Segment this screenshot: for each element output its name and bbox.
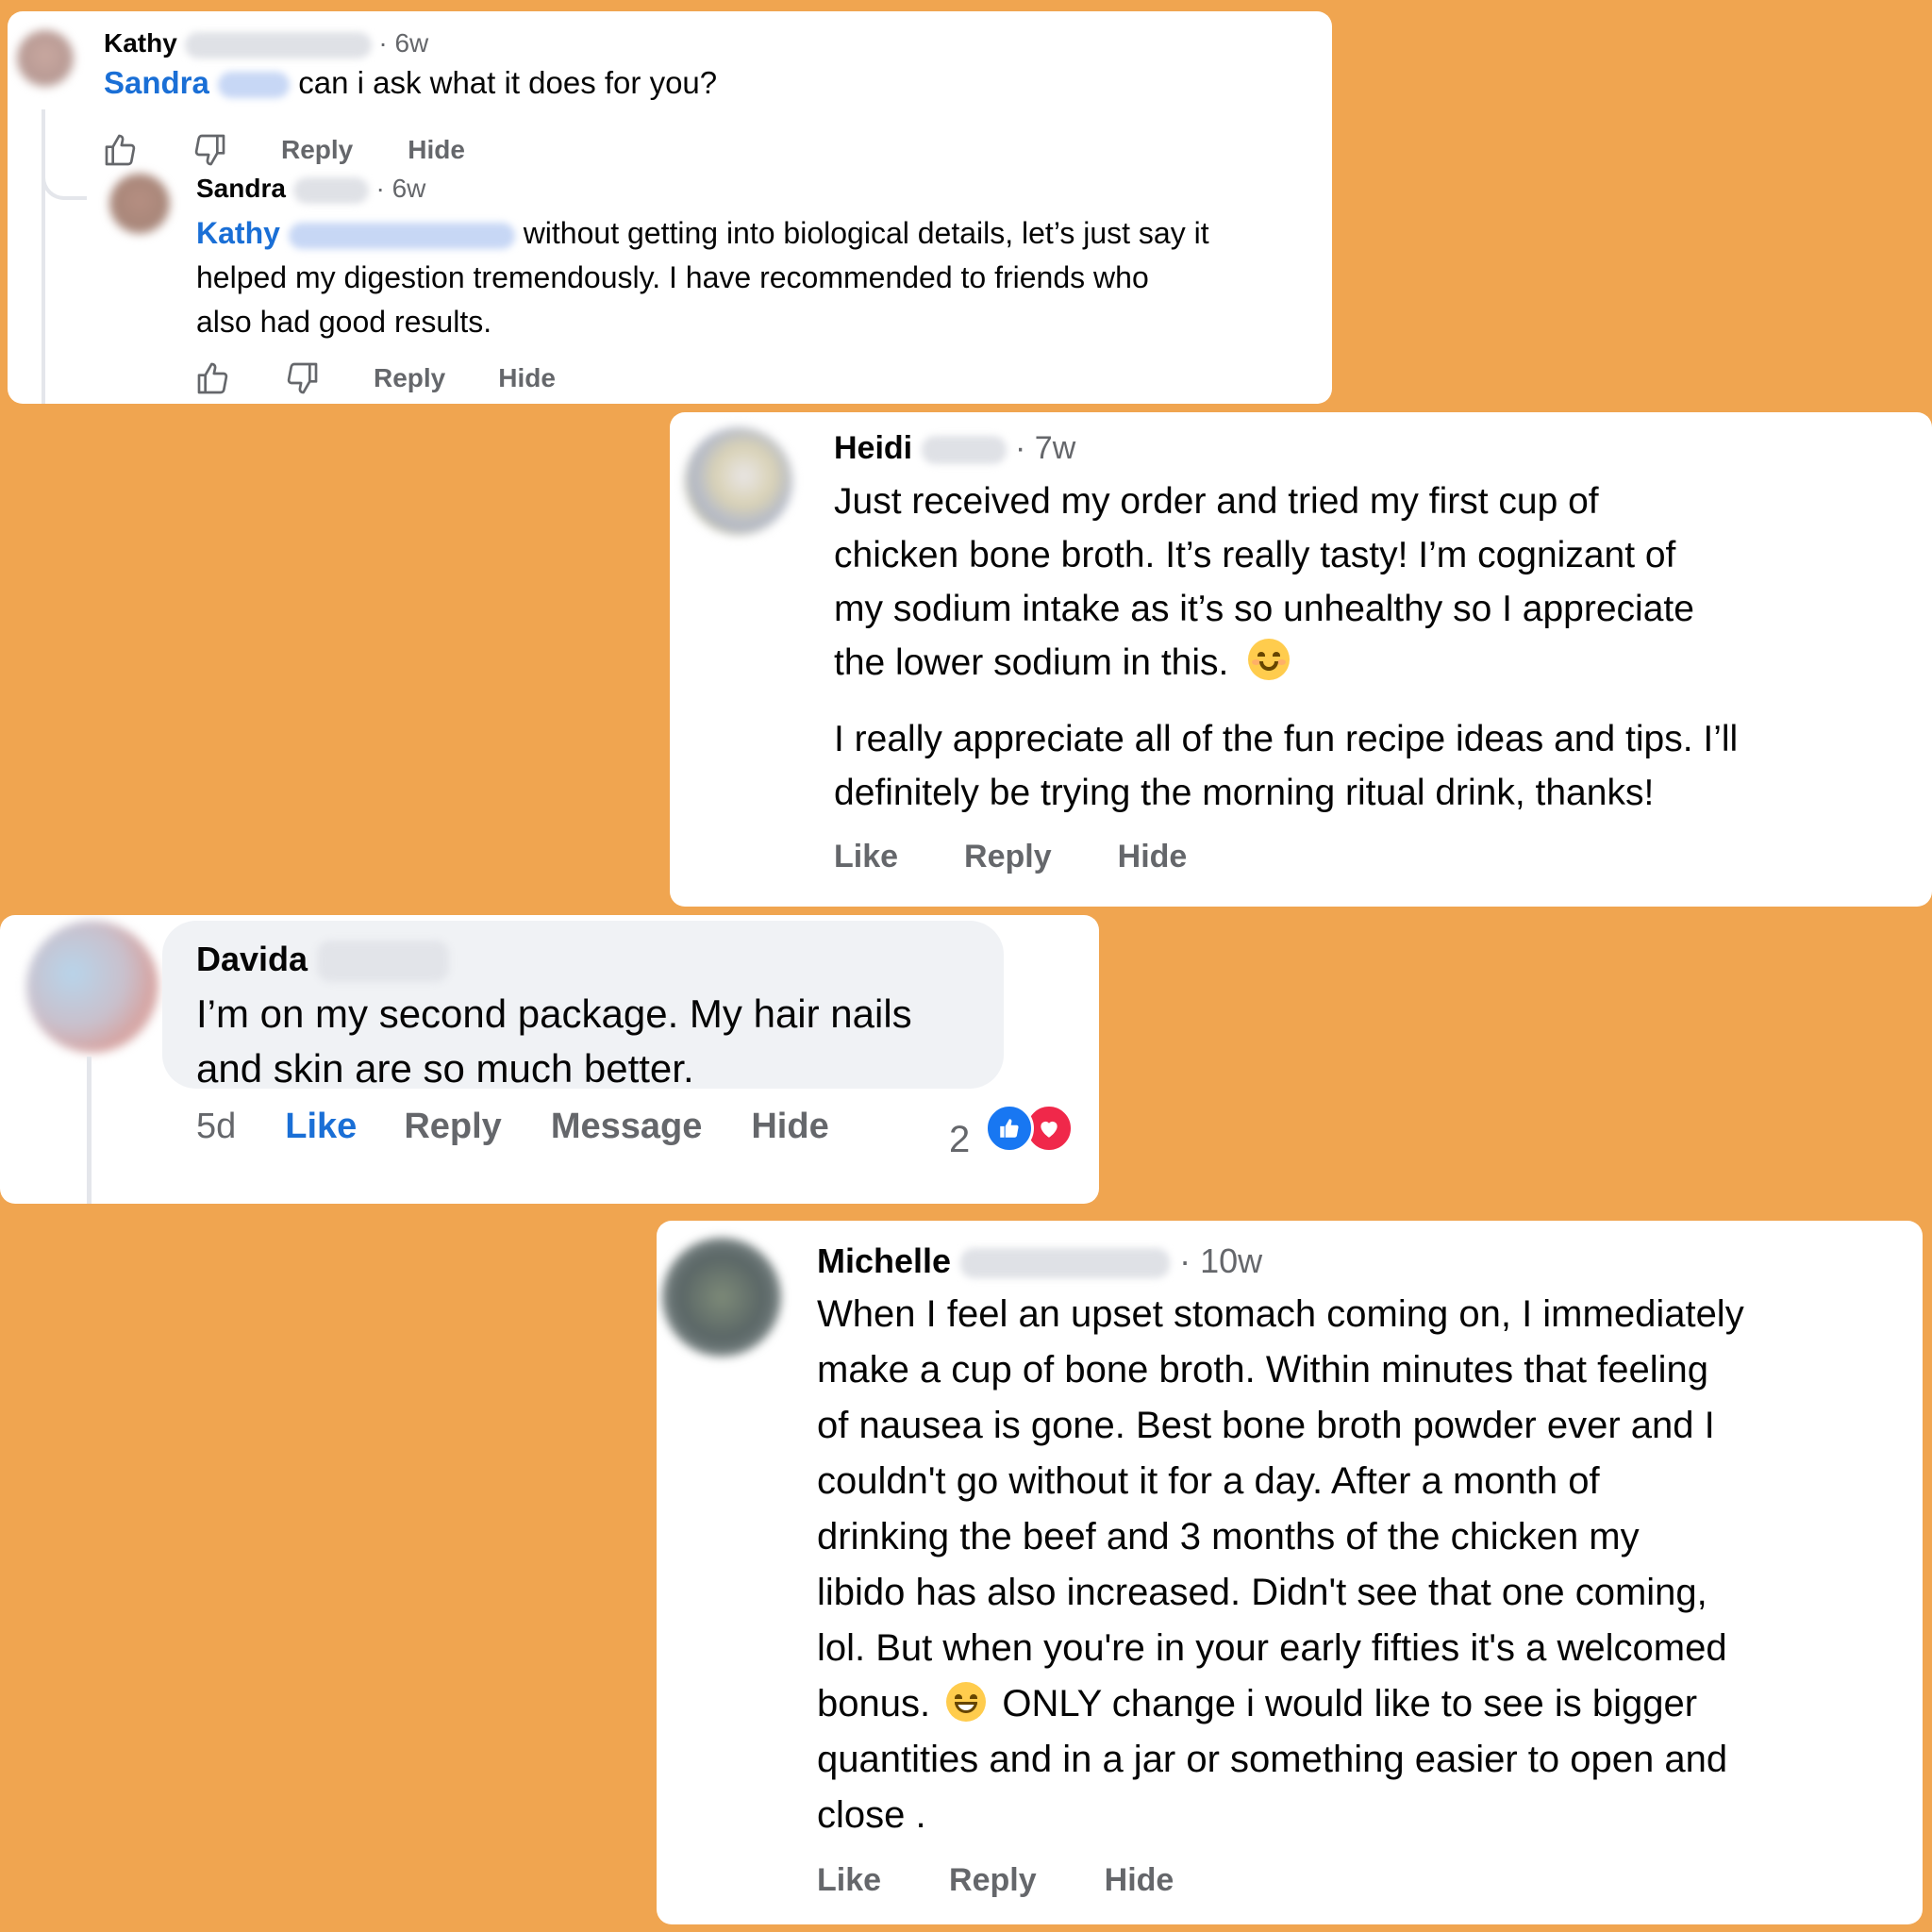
paragraph: Just received my order and tried my firs… [834, 475, 1738, 690]
text-line: definitely be trying the morning ritual … [834, 773, 1655, 813]
reaction-count: 2 [949, 1119, 971, 1160]
hide-button[interactable]: Hide [1105, 1862, 1174, 1899]
message-button[interactable]: Message [551, 1107, 703, 1147]
grinning-emoji [946, 1682, 987, 1722]
avatar[interactable] [109, 174, 170, 234]
text-line: quantities and in a jar or something eas… [817, 1739, 1728, 1780]
text-line: bonus. ONLY change i would like to see i… [817, 1676, 1744, 1732]
reply-text-line-1: without getting into biological details,… [523, 216, 1209, 250]
text-line: of nausea is gone. Best bone broth powde… [817, 1405, 1715, 1446]
reply-button[interactable]: Reply [374, 363, 445, 393]
text-line: I really appreciate all of the fun recip… [834, 719, 1739, 759]
text-line: the lower sodium in this. [834, 636, 1738, 690]
author-name[interactable]: Heidi [834, 430, 912, 466]
timestamp[interactable]: · 6w [376, 174, 426, 203]
reply-body: Kathy without getting into biological de… [196, 211, 1209, 344]
text-line: lol. But when you're in your early fifti… [817, 1627, 1727, 1669]
reply-button[interactable]: Reply [964, 839, 1052, 875]
like-button[interactable]: Like [834, 839, 898, 875]
timestamp[interactable]: · 10w [1179, 1241, 1262, 1280]
comment-actions: 5d Like Reply Message Hide [196, 1100, 829, 1153]
redacted-name [288, 222, 515, 249]
avatar[interactable] [26, 921, 158, 1053]
comment-header: Kathy · 6w [104, 26, 428, 60]
text-line: When I feel an upset stomach coming on, … [817, 1293, 1744, 1335]
comment-body: When I feel an upset stomach coming on, … [817, 1287, 1744, 1843]
hide-button[interactable]: Hide [751, 1107, 828, 1147]
text-line-content: the lower sodium in this. [834, 642, 1229, 683]
comment-actions: Like Reply Hide [817, 1858, 1174, 1902]
hide-button[interactable]: Hide [1118, 839, 1188, 875]
redacted-name [184, 31, 372, 58]
hide-button[interactable]: Hide [498, 363, 556, 393]
redacted-name [960, 1248, 1171, 1279]
thread-line [87, 1057, 92, 1204]
text-fragment: bonus. [817, 1683, 931, 1724]
thumbs-up-icon[interactable] [102, 131, 140, 169]
redacted-name [292, 176, 369, 204]
text-fragment: ONLY change i would like to see is bigge… [1002, 1683, 1698, 1724]
author-name[interactable]: Sandra [196, 174, 286, 203]
thumbs-up-icon[interactable] [194, 359, 232, 397]
text-line: I’m on my second package. My hair nails [196, 991, 912, 1036]
text-line: libido has also increased. Didn't see th… [817, 1572, 1707, 1613]
smiling-emoji [1248, 639, 1291, 680]
comment-body: Just received my order and tried my firs… [834, 475, 1738, 820]
like-button[interactable]: Like [817, 1862, 881, 1899]
comment-card-davida: Davida I’m on my second package. My hair… [0, 915, 1099, 1204]
avatar[interactable] [662, 1238, 781, 1357]
comment-actions: Like Reply Hide [834, 835, 1187, 878]
author-name[interactable]: Michelle [817, 1241, 951, 1280]
text-line: and skin are so much better. [196, 1046, 694, 1091]
reply-actions: Reply Hide [194, 357, 556, 400]
comment-body: I’m on my second package. My hair nails … [196, 987, 912, 1096]
paragraph: I really appreciate all of the fun recip… [834, 712, 1738, 820]
reactions-summary[interactable]: 2 [949, 1104, 1081, 1181]
text-line: couldn't go without it for a day. After … [817, 1460, 1600, 1502]
mention-link[interactable]: Kathy [196, 216, 280, 250]
reply-button[interactable]: Reply [404, 1107, 501, 1147]
comment-header: Heidi · 7w [834, 427, 1075, 469]
avatar[interactable] [17, 30, 74, 87]
comment-actions: Reply Hide [102, 128, 465, 172]
thumbs-down-icon[interactable] [283, 359, 321, 397]
reply-text-line-3: also had good results. [196, 305, 492, 339]
text-line: chicken bone broth. It’s really tasty! I… [834, 535, 1676, 575]
comment-text: can i ask what it does for you? [298, 65, 718, 100]
text-line: make a cup of bone broth. Within minutes… [817, 1349, 1708, 1391]
author-name[interactable]: Davida [196, 940, 308, 978]
reply-text-line-2: helped my digestion tremendously. I have… [196, 260, 1149, 294]
redacted-name [218, 72, 291, 99]
text-line: drinking the beef and 3 months of the ch… [817, 1516, 1640, 1557]
thread-connector [42, 125, 87, 200]
text-line: Just received my order and tried my firs… [834, 481, 1599, 522]
mention-link[interactable]: Sandra [104, 65, 209, 100]
reply-button[interactable]: Reply [281, 135, 353, 165]
text-line: close . [817, 1794, 926, 1836]
comment-card-kathy: Kathy · 6w Sandra can i ask what it does… [8, 11, 1332, 404]
comment-card-heidi: Heidi · 7w Just received my order and tr… [670, 412, 1932, 907]
timestamp[interactable]: · 7w [1015, 430, 1075, 466]
avatar[interactable] [685, 427, 792, 535]
author-name[interactable]: Kathy [104, 28, 177, 58]
like-button[interactable]: Like [285, 1107, 357, 1147]
comment-header: Davida [196, 938, 450, 983]
redacted-name [317, 941, 450, 983]
hide-button[interactable]: Hide [408, 135, 465, 165]
comment-body: Sandra can i ask what it does for you? [104, 62, 717, 104]
reply-line: Kathy without getting into biological de… [196, 211, 1209, 256]
redacted-name [921, 436, 1007, 465]
thumbs-down-icon[interactable] [191, 131, 228, 169]
timestamp[interactable]: 5d [196, 1107, 236, 1147]
timestamp[interactable]: · 6w [378, 28, 428, 58]
reply-button[interactable]: Reply [949, 1862, 1037, 1899]
reply-header: Sandra · 6w [196, 172, 425, 206]
comment-header: Michelle · 10w [817, 1240, 1262, 1283]
text-line: my sodium intake as it’s so unhealthy so… [834, 589, 1694, 629]
comment-card-michelle: Michelle · 10w When I feel an upset stom… [657, 1221, 1923, 1924]
like-reaction-icon [985, 1104, 1034, 1153]
